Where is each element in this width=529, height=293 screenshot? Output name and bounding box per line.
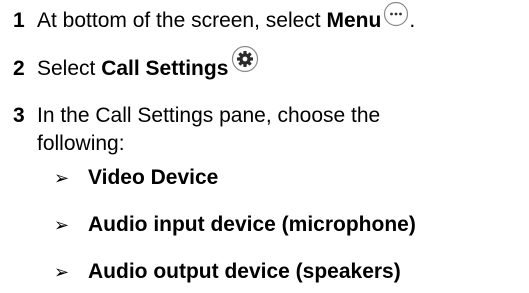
step-text: Select [37,57,102,80]
arrow-bullet-icon: ➢ [54,168,70,188]
step-text: In the Call Settings pane, choose the [37,104,381,127]
step-number: 1 [13,9,25,32]
instruction-steps: 1 At bottom of the screen, select Menu . … [0,0,529,293]
step-number: 3 [13,104,25,127]
step-number: 2 [13,57,25,80]
call-settings-label: Call Settings [101,57,229,80]
option-label: Video Device [88,166,219,189]
arrow-bullet-icon: ➢ [54,262,70,282]
step-3-continuation: following: [37,132,125,155]
option-label: Audio output device (speakers) [88,260,401,283]
step-2: 2 Select Call Settings [13,45,259,83]
arrow-bullet-icon: ➢ [54,215,70,235]
gear-icon [231,45,259,73]
menu-label: Menu [326,9,382,32]
step-text: At bottom of the screen, select [37,9,327,32]
option-label: Audio input device (microphone) [88,213,416,236]
list-item: ➢ Video Device [54,164,219,192]
list-item: ➢ Audio input device (microphone) [54,211,416,239]
step-3: 3 In the Call Settings pane, choose the [13,102,380,130]
step-1: 1 At bottom of the screen, select Menu . [13,1,416,35]
more-options-icon [383,1,409,27]
step-period: . [409,9,416,32]
list-item: ➢ Audio output device (speakers) [54,258,401,286]
